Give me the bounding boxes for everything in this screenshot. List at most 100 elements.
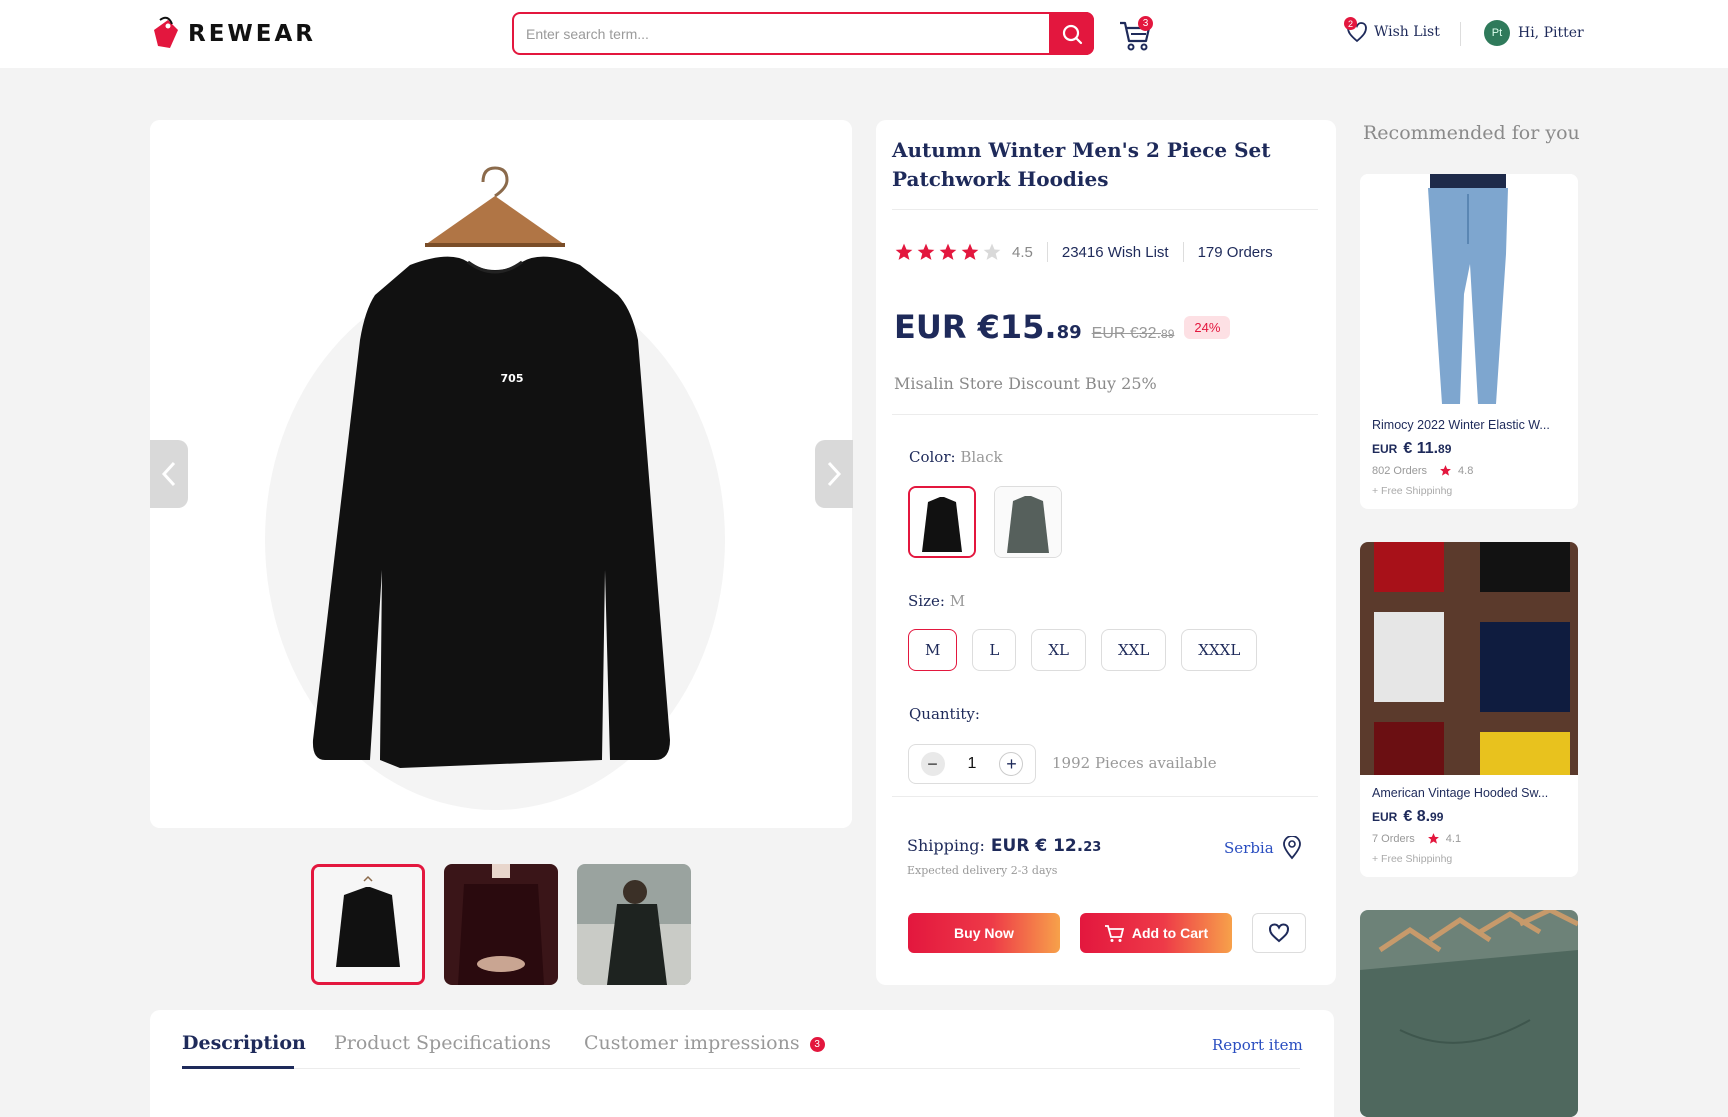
thumbnail-image — [444, 864, 558, 985]
user-menu[interactable]: Pt Hi, Pitter — [1484, 20, 1584, 46]
available-pieces: 1992 Pieces available — [1052, 754, 1217, 772]
heart-icon — [1268, 923, 1290, 943]
store-discount: Misalin Store Discount Buy 25% — [894, 374, 1157, 393]
recommended-meta: 802 Orders 4.8 — [1372, 464, 1566, 477]
shipping-label: Shipping: — [907, 836, 985, 855]
size-option-xxl[interactable]: XXL — [1100, 629, 1167, 671]
current-price: EUR €15.89 — [894, 308, 1082, 346]
star-icon — [895, 243, 913, 260]
size-option-m[interactable]: M — [908, 629, 958, 671]
add-to-cart-button[interactable]: Add to Cart — [1080, 913, 1232, 953]
report-item-link[interactable]: Report item — [1212, 1036, 1303, 1054]
current-price-main: EUR €15. — [894, 308, 1057, 346]
chevron-right-icon — [827, 461, 842, 487]
size-label: Size: — [908, 592, 945, 610]
divider — [892, 209, 1318, 210]
impressions-count-badge: 3 — [809, 1037, 825, 1052]
decrease-quantity-button[interactable]: − — [920, 752, 945, 776]
old-price-cents: 89 — [1161, 327, 1175, 341]
avatar: Pt — [1484, 20, 1510, 46]
color-label: Color: — [909, 448, 956, 466]
color-swatch-gray[interactable] — [994, 486, 1062, 558]
cart-count-badge: 3 — [1138, 16, 1153, 31]
star-icon — [1427, 833, 1439, 844]
wishlist-label: Wish List — [1374, 24, 1440, 40]
location-label: Serbia — [1224, 839, 1274, 857]
size-option-xl[interactable]: XL — [1031, 629, 1086, 671]
recommended-price: EUR € 11.89 — [1372, 440, 1566, 458]
recommended-price: EUR € 8.99 — [1372, 808, 1566, 826]
recommended-card-1[interactable]: Rimocy 2022 Winter Elastic W... EUR € 11… — [1360, 174, 1578, 509]
rating-row: 4.5 23416 Wish List 179 Orders — [894, 242, 1273, 262]
thumbnail-1[interactable] — [311, 864, 425, 985]
recommended-title: Recommended for you — [1363, 122, 1580, 144]
tabs-divider — [182, 1068, 1300, 1069]
swatch-image — [910, 488, 974, 556]
star-icon — [961, 243, 979, 260]
wishlist-link[interactable]: 2 Wish List — [1344, 17, 1440, 44]
color-value: Black — [960, 448, 1003, 466]
tab-description[interactable]: Description — [182, 1032, 306, 1054]
star-icon — [1440, 465, 1451, 476]
jeans-image — [1360, 174, 1578, 407]
shipping-price-cents: 23 — [1083, 840, 1102, 855]
search-input[interactable] — [526, 22, 1026, 46]
logo[interactable]: REWEAR — [150, 16, 316, 52]
recommended-orders: 802 Orders — [1372, 464, 1428, 477]
separator — [1046, 242, 1048, 262]
tab-product-specifications[interactable]: Product Specifications — [334, 1032, 551, 1054]
recommended-orders: 7 Orders — [1372, 832, 1415, 845]
old-price: EUR €32.89 — [1092, 325, 1175, 343]
recommended-price-value: € 11.89 — [1403, 440, 1451, 458]
size-option-l[interactable]: L — [972, 629, 1017, 671]
tab-customer-impressions[interactable]: Customer impressions 3 — [584, 1032, 825, 1054]
search-button[interactable] — [1049, 12, 1094, 55]
shipping-row: Shipping: EUR € 12.23 — [907, 836, 1101, 856]
size-option-xxxl[interactable]: XXXL — [1181, 629, 1258, 671]
wishlist-icon-wrap: 2 — [1344, 17, 1368, 44]
color-label-row: Color: Black — [909, 448, 1003, 466]
quantity-value[interactable]: 1 — [968, 755, 977, 773]
greeting: Hi, Pitter — [1518, 25, 1584, 41]
recommended-card-3[interactable] — [1360, 910, 1578, 1117]
header-divider — [1460, 22, 1461, 46]
recommended-image — [1360, 542, 1578, 775]
product-tabs: Description Product Specifications Custo… — [150, 1010, 1334, 1117]
star-rating — [894, 242, 1002, 262]
wishlist-count-badge: 2 — [1344, 17, 1357, 30]
buy-now-button[interactable]: Buy Now — [908, 913, 1060, 953]
rating-value: 4.5 — [1012, 243, 1033, 261]
size-value: M — [949, 592, 966, 610]
add-to-wishlist-button[interactable] — [1252, 913, 1306, 953]
thumbnail-2[interactable] — [444, 864, 558, 985]
recommended-currency: EUR — [1372, 442, 1398, 456]
recommended-meta: 7 Orders 4.1 — [1372, 832, 1566, 845]
tab-customer-impressions-label: Customer impressions — [584, 1032, 800, 1054]
active-tab-indicator — [182, 1066, 294, 1069]
next-image-button[interactable] — [815, 440, 853, 508]
increase-quantity-button[interactable]: + — [999, 752, 1024, 776]
recommended-image — [1360, 174, 1578, 407]
search-bar — [512, 12, 1094, 55]
recommended-shipping: + Free Shippinhg — [1372, 485, 1453, 497]
thumbnail-strip — [311, 864, 691, 985]
thumbnail-3[interactable] — [577, 864, 691, 985]
cart-button[interactable]: 3 — [1118, 14, 1158, 54]
recommended-card-2[interactable]: American Vintage Hooded Sw... EUR € 8.99… — [1360, 542, 1578, 877]
recommended-price-value: € 8.99 — [1403, 808, 1443, 826]
recommended-rating: 4.8 — [1458, 464, 1474, 477]
prev-image-button[interactable] — [150, 440, 188, 508]
shipping-location[interactable]: Serbia — [1224, 836, 1302, 860]
star-icon — [983, 243, 1001, 260]
color-swatch-black[interactable] — [908, 486, 976, 558]
expected-delivery: Expected delivery 2-3 days — [907, 864, 1058, 877]
wishlist-count: 23416 Wish List — [1061, 243, 1169, 261]
product-info-card: Autumn Winter Men's 2 Piece Set Patchwor… — [876, 120, 1336, 985]
discount-badge: 24% — [1184, 316, 1231, 339]
buy-now-label: Buy Now — [954, 925, 1014, 941]
divider — [892, 414, 1318, 415]
star-icon — [917, 243, 935, 260]
recommended-price-cents: 89 — [1438, 442, 1452, 456]
recommended-price-main: € 8. — [1403, 808, 1431, 825]
search-icon — [1062, 24, 1082, 44]
